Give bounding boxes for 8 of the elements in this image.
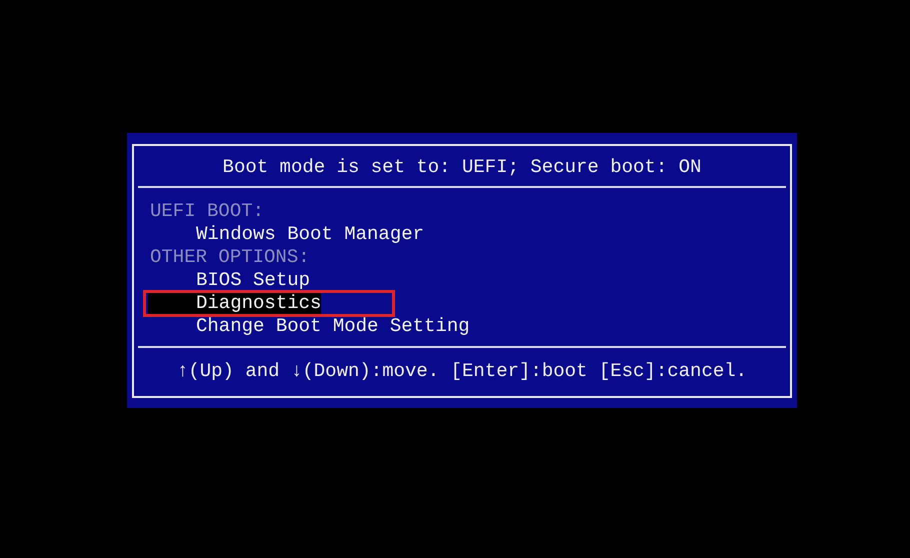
boot-option[interactable]: Diagnostics [148,292,322,315]
boot-option[interactable]: Windows Boot Manager [148,223,424,246]
boot-option[interactable]: Change Boot Mode Setting [148,315,470,338]
boot-option[interactable]: BIOS Setup [148,269,310,292]
group-label: UEFI BOOT: [149,200,264,223]
key-hint-text: ↑(Up) and ↓(Down):move. [Enter]:boot [Esc]:cancel. [176,359,748,384]
boot-mode-title: Boot mode is set to: UEFI; Secure boot: ON [222,155,702,180]
group-label: OTHER OPTIONS: [149,246,310,269]
